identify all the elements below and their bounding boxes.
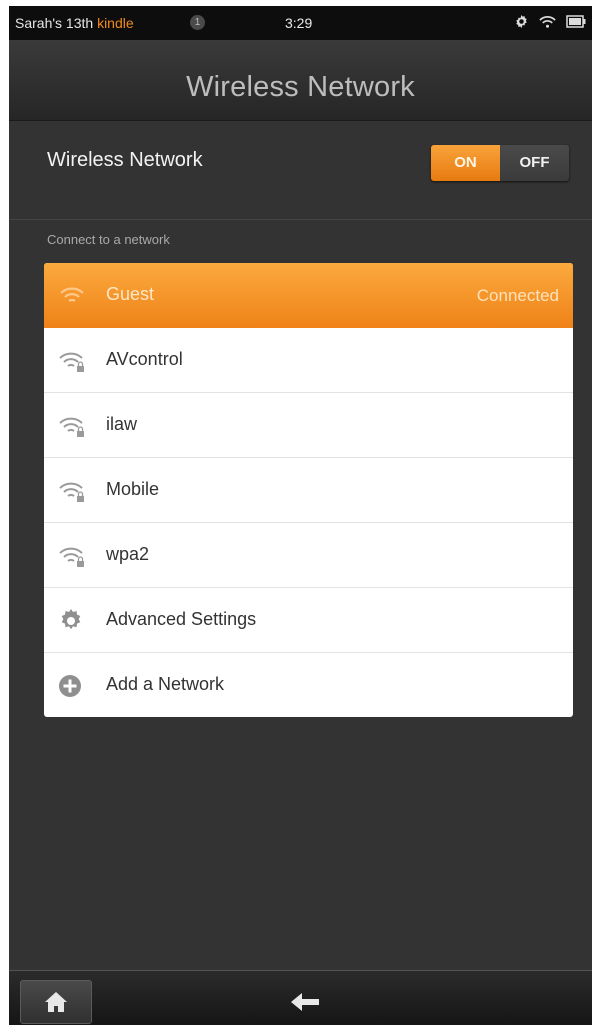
wifi-lock-icon [58, 348, 86, 374]
action-label: Add a Network [106, 674, 225, 694]
toggle-on-button[interactable]: ON [431, 145, 500, 181]
network-row-guest[interactable]: Guest Connected [44, 263, 573, 328]
page-title: Wireless Network [186, 71, 415, 103]
title-bar: Wireless Network [9, 40, 592, 121]
network-name: AVcontrol [106, 349, 183, 369]
action-label: Advanced Settings [106, 609, 257, 629]
kindle-screen: Sarah's 13th kindle 1 3:29 Wireless Netw… [9, 6, 592, 1025]
network-row-ilaw[interactable]: ilaw [44, 393, 573, 458]
network-row-mobile[interactable]: Mobile [44, 458, 573, 523]
add-network-row[interactable]: Add a Network [44, 653, 573, 717]
network-row-avcontrol[interactable]: AVcontrol [44, 328, 573, 393]
device-owner-label: Sarah's 13th kindle [15, 15, 134, 31]
status-icons [514, 14, 586, 34]
advanced-settings-row[interactable]: Advanced Settings [44, 588, 573, 653]
back-button[interactable] [289, 991, 323, 1013]
battery-icon [566, 15, 586, 33]
wifi-icon[interactable] [539, 15, 556, 34]
back-arrow-icon [291, 993, 319, 1011]
bottom-nav-bar [9, 970, 592, 1025]
toggle-off-button[interactable]: OFF [500, 145, 569, 181]
network-list: Guest Connected AVcontrol ilaw Mobile wp… [44, 263, 573, 717]
wireless-toggle-row: Wireless Network ON OFF [9, 121, 592, 220]
network-name: ilaw [106, 414, 138, 434]
wifi-lock-icon [58, 413, 86, 439]
wireless-toggle-label: Wireless Network [47, 149, 203, 171]
wifi-icon [58, 283, 86, 309]
network-name: Mobile [106, 479, 160, 499]
network-status: Connected [476, 286, 559, 305]
home-icon [45, 992, 67, 1012]
gear-icon[interactable] [514, 14, 529, 34]
plus-circle-icon [58, 673, 86, 699]
home-button[interactable] [20, 980, 92, 1024]
wireless-toggle[interactable]: ON OFF [431, 145, 569, 181]
network-name: Guest [106, 284, 155, 304]
section-label: Connect to a network [47, 232, 170, 247]
wifi-lock-icon [58, 478, 86, 504]
gear-icon [58, 608, 86, 634]
network-row-wpa2[interactable]: wpa2 [44, 523, 573, 588]
kindle-brand: kindle [97, 15, 134, 31]
notification-badge[interactable]: 1 [190, 15, 205, 30]
network-name: wpa2 [106, 544, 150, 564]
status-bar: Sarah's 13th kindle 1 3:29 [9, 6, 592, 40]
clock: 3:29 [285, 15, 313, 31]
wifi-lock-icon [58, 543, 86, 569]
